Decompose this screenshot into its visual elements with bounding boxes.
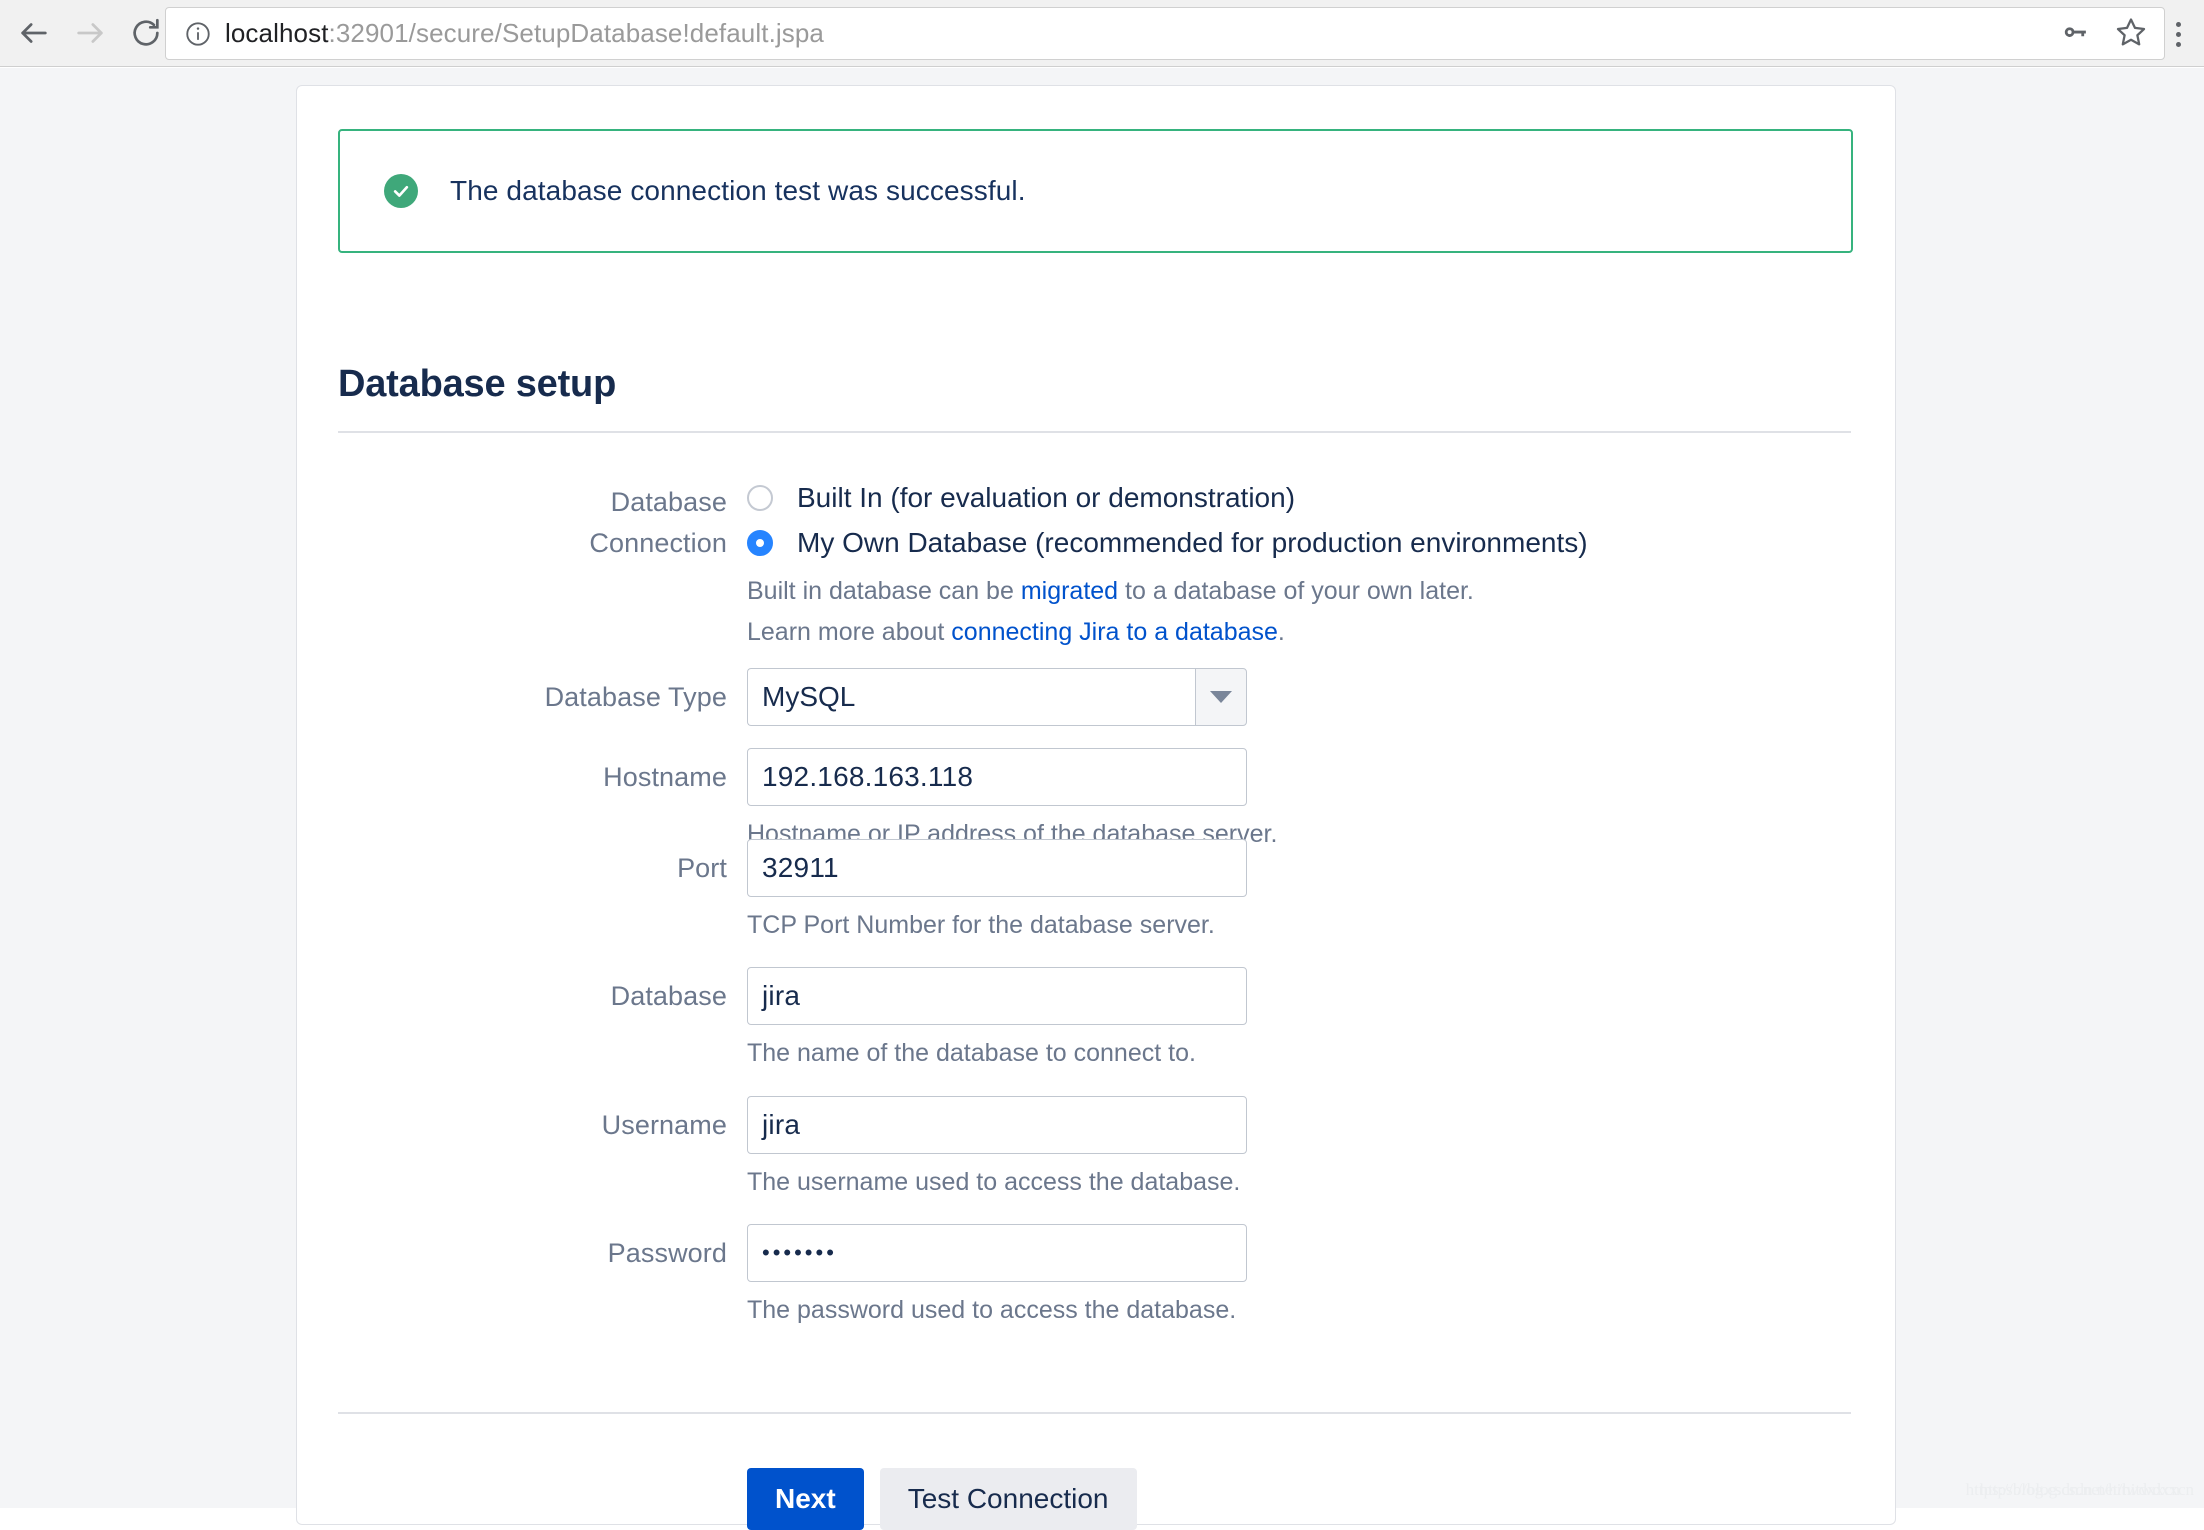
success-banner-message: The database connection test was success… [450,175,1026,206]
reload-icon [129,16,163,50]
back-arrow-icon [17,16,51,50]
connecting-jira-link[interactable]: connecting Jira to a database [951,618,1278,646]
database-type-select[interactable]: MySQL [747,668,1247,726]
port-input[interactable]: 32911 [747,839,1247,897]
forward-button [62,5,118,61]
setup-card: The database connection test was success… [296,85,1896,1530]
divider-bottom [338,1412,1851,1414]
desc1-post: to a database of your own later. [1118,577,1474,605]
label-database-connection: Database Connection [297,482,727,564]
menu-dot [2175,41,2181,47]
radio-my-own-database-label: My Own Database (recommended for product… [797,527,1588,558]
control-port: 32911 TCP Port Number for the database s… [747,839,1247,940]
label-database-type: Database Type [544,682,727,712]
desc2-post: . [1277,618,1285,646]
watermark-text-2: https://blog.csdn.net/hitwdxxcn [1965,1480,2180,1499]
check-circle-icon [384,174,418,208]
connection-description-2: Learn more about connecting Jira to a da… [747,612,1588,653]
hostname-input[interactable]: 192.168.163.118 [747,748,1247,806]
control-username: jira The username used to access the dat… [747,1096,1247,1197]
port-help-text: TCP Port Number for the database server. [747,911,1215,939]
radio-option-my-own-database[interactable]: My Own Database (recommended for product… [747,521,1588,565]
control-hostname: 192.168.163.118 Hostname or IP address o… [747,748,1277,849]
key-icon[interactable] [2060,16,2092,53]
migrated-link[interactable]: migrated [1021,577,1118,605]
radio-option-built-in[interactable]: Built In (for evaluation or demonstratio… [747,476,1588,520]
desc1-pre: Built in database can be [747,577,1021,605]
address-bar-actions [2060,8,2148,61]
label-database-connection-line2: Connection [589,528,727,558]
menu-dot [2175,21,2181,27]
control-database-type: MySQL [747,668,1247,726]
test-connection-button[interactable]: Test Connection [879,1468,1137,1530]
desc2-pre: Learn more about [747,618,952,646]
url-text: localhost:32901/secure/SetupDatabase!def… [225,18,824,49]
page-background: The database connection test was success… [0,68,2204,1530]
control-database: jira The name of the database to connect… [747,967,1247,1068]
forward-arrow-icon [73,16,107,50]
database-type-value[interactable]: MySQL [747,668,1195,726]
star-bookmark-icon[interactable] [2114,15,2148,54]
password-input[interactable]: ••••••• [747,1224,1247,1282]
label-port: Port [677,853,727,883]
next-button[interactable]: Next [747,1468,864,1530]
database-type-dropdown-button[interactable] [1195,668,1247,726]
password-help-text: The password used to access the database… [747,1296,1237,1324]
label-database: Database [610,981,727,1011]
label-username: Username [601,1110,727,1140]
control-password: ••••••• The password used to access the … [747,1224,1247,1325]
radio-built-in-label: Built In (for evaluation or demonstratio… [797,482,1296,513]
chevron-down-icon [1210,691,1232,703]
database-help-text: The name of the database to connect to. [747,1039,1196,1067]
label-hostname: Hostname [603,762,727,792]
address-bar[interactable]: localhost:32901/secure/SetupDatabase!def… [165,7,2165,60]
success-banner: The database connection test was success… [338,129,1853,253]
browser-toolbar: localhost:32901/secure/SetupDatabase!def… [0,0,2204,67]
kebab-menu-icon[interactable] [2158,12,2198,56]
page-title: Database setup [338,363,617,405]
radio-my-own-database-icon[interactable] [747,530,773,556]
database-input[interactable]: jira [747,967,1247,1025]
username-input[interactable]: jira [747,1096,1247,1154]
connection-description-1: Built in database can be migrated to a d… [747,571,1588,612]
label-password: Password [607,1238,727,1268]
menu-dot [2175,31,2181,37]
form-actions: Next Test Connection [747,1468,1137,1530]
username-help-text: The username used to access the database… [747,1168,1241,1196]
url-path: :32901/secure/SetupDatabase!default.jspa [328,18,824,48]
label-database-connection-line1: Database [610,487,727,517]
radio-group-database-connection: Built In (for evaluation or demonstratio… [747,476,1588,653]
radio-built-in-icon[interactable] [747,485,773,511]
url-host: localhost [225,18,329,48]
info-circle-icon[interactable] [184,20,212,48]
back-button[interactable] [6,5,62,61]
divider-top [338,431,1851,433]
